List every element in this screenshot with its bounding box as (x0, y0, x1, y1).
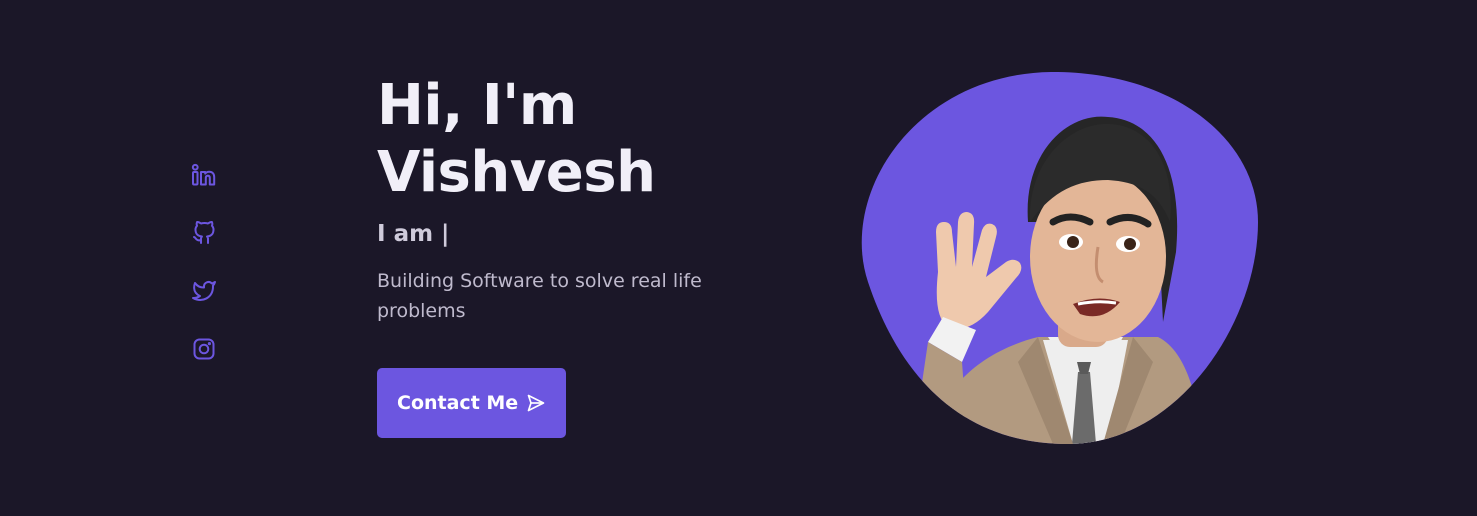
linkedin-icon (191, 163, 216, 186)
hero-title-line-2: Vishvesh (377, 140, 656, 205)
hero-description: Building Software to solve real life pro… (377, 270, 702, 322)
avatar (858, 72, 1258, 444)
instagram-icon (193, 338, 215, 360)
home-section: Hi, I'm Vishvesh I am | Building Softwar… (0, 0, 1477, 516)
avatar-illustration (861, 72, 1258, 444)
github-link[interactable] (191, 221, 217, 245)
hero-content: Hi, I'm Vishvesh I am | Building Softwar… (377, 72, 797, 438)
hero-title-line-1: Hi, I'm (377, 73, 577, 138)
contact-me-label: Contact Me (397, 392, 519, 414)
hero-subtitle: I am | (377, 221, 450, 247)
linkedin-link[interactable] (191, 163, 217, 187)
hero-title: Hi, I'm Vishvesh (377, 72, 797, 206)
twitter-icon (192, 281, 216, 301)
contact-me-button[interactable]: Contact Me (377, 368, 567, 438)
instagram-link[interactable] (191, 337, 217, 361)
twitter-link[interactable] (191, 279, 217, 303)
github-icon (193, 221, 215, 244)
social-links (191, 163, 217, 361)
send-icon (527, 394, 545, 412)
